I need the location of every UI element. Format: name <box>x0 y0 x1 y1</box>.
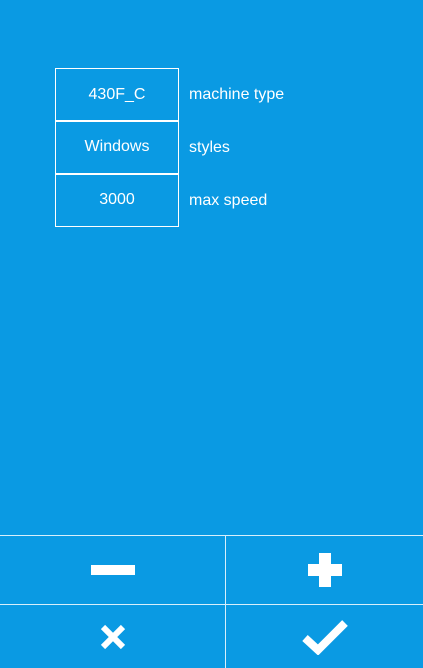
param-row-machine-type: 430F_C machine type <box>55 68 284 121</box>
close-icon <box>100 624 125 649</box>
styles-label: styles <box>189 138 230 156</box>
param-row-max-speed: 3000 max speed <box>55 173 284 227</box>
styles-value-field[interactable]: Windows <box>55 120 179 174</box>
machine-type-value-field[interactable]: 430F_C <box>55 68 179 121</box>
cancel-button[interactable] <box>0 605 225 668</box>
parameter-table: 430F_C machine type Windows styles 3000 … <box>55 68 284 227</box>
confirm-button[interactable] <box>226 605 423 668</box>
param-row-styles: Windows styles <box>55 120 284 174</box>
minus-icon <box>90 565 135 575</box>
plus-icon <box>307 553 342 587</box>
decrease-button[interactable] <box>0 536 225 604</box>
machine-type-label: machine type <box>189 85 285 103</box>
checkmark-icon <box>301 619 348 655</box>
max-speed-value-field[interactable]: 3000 <box>55 173 179 227</box>
control-panel <box>0 535 423 668</box>
max-speed-label: max speed <box>189 191 268 209</box>
increase-button[interactable] <box>226 536 423 604</box>
